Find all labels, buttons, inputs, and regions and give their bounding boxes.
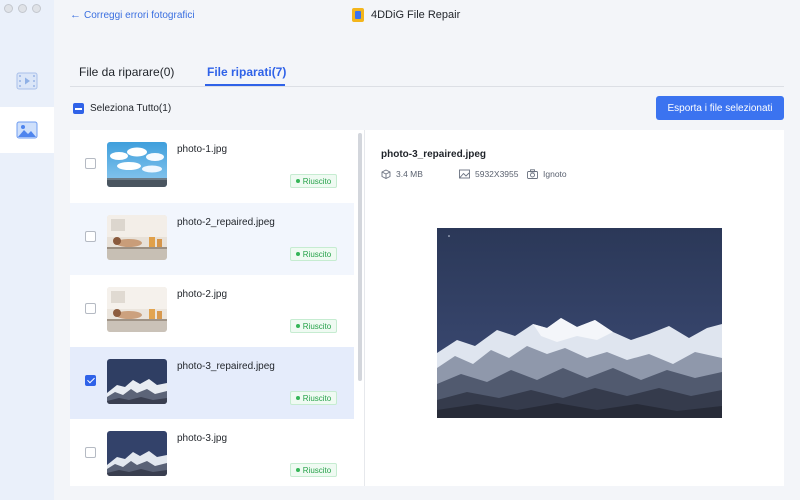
file-checkbox[interactable] bbox=[85, 231, 96, 242]
image-dimensions: 5932X3955 bbox=[475, 169, 519, 179]
status-badge: Riuscito bbox=[290, 174, 337, 188]
status-text: Riuscito bbox=[302, 465, 332, 475]
cube-icon bbox=[381, 169, 391, 179]
meta-dimensions: 5932X3955 bbox=[459, 169, 527, 179]
file-name: photo-2.jpg bbox=[177, 289, 228, 300]
sidebar-item-photo[interactable] bbox=[0, 107, 54, 153]
tab-repaired-files[interactable]: File riparati(7) bbox=[207, 65, 286, 79]
app-title-text: 4DDiG File Repair bbox=[371, 9, 461, 21]
status-badge: Riuscito bbox=[290, 391, 337, 405]
list-item[interactable]: photo-2.jpg Riuscito bbox=[70, 275, 354, 347]
status-badge: Riuscito bbox=[290, 463, 337, 477]
detail-pane: photo-3_repaired.jpeg 3.4 MB 5932X3955 I… bbox=[365, 130, 784, 486]
maximize-window-button[interactable] bbox=[32, 4, 41, 13]
file-size: 3.4 MB bbox=[396, 169, 423, 179]
back-link-label: Correggi errori fotografici bbox=[84, 9, 195, 21]
status-badge: Riuscito bbox=[290, 247, 337, 261]
detail-meta: 3.4 MB 5932X3955 Ignoto bbox=[381, 169, 567, 179]
detail-file-name: photo-3_repaired.jpeg bbox=[381, 149, 487, 160]
tab-files-to-repair[interactable]: File da riparare(0) bbox=[79, 65, 174, 79]
meta-camera: Ignoto bbox=[527, 169, 567, 179]
file-name: photo-3_repaired.jpeg bbox=[177, 361, 275, 372]
meta-size: 3.4 MB bbox=[381, 169, 459, 179]
status-text: Riuscito bbox=[302, 321, 332, 331]
thumbnail-spa bbox=[107, 215, 167, 260]
export-selected-button[interactable]: Esporta i file selezionati bbox=[656, 96, 784, 120]
image-preview bbox=[437, 228, 722, 418]
select-all-label: Seleziona Tutto(1) bbox=[90, 103, 172, 114]
file-checkbox[interactable] bbox=[85, 158, 96, 169]
status-dot-icon bbox=[295, 324, 300, 328]
thumbnail-mountain bbox=[107, 431, 167, 476]
file-checkbox[interactable] bbox=[85, 303, 96, 314]
content-panel: photo-1.jpg Riuscito photo-2_repaired.jp… bbox=[70, 130, 784, 486]
camera-icon bbox=[527, 169, 538, 179]
status-text: Riuscito bbox=[302, 393, 332, 403]
camera-model: Ignoto bbox=[543, 169, 567, 179]
status-text: Riuscito bbox=[302, 176, 332, 186]
tab-bar: File da riparare(0) File riparati(7) bbox=[70, 58, 784, 87]
thumbnail-clouds bbox=[107, 142, 167, 187]
file-name: photo-3.jpg bbox=[177, 433, 228, 444]
window-controls bbox=[4, 4, 41, 13]
close-window-button[interactable] bbox=[4, 4, 13, 13]
status-dot-icon bbox=[295, 468, 300, 472]
status-dot-icon bbox=[295, 179, 300, 183]
file-name: photo-2_repaired.jpeg bbox=[177, 217, 275, 228]
status-dot-icon bbox=[295, 252, 300, 256]
arrow-left-icon: ← bbox=[70, 9, 81, 21]
back-link[interactable]: ← Correggi errori fotografici bbox=[70, 9, 195, 21]
app-title: 4DDiG File Repair bbox=[351, 7, 460, 23]
status-badge: Riuscito bbox=[290, 319, 337, 333]
select-all-checkbox[interactable] bbox=[73, 103, 84, 114]
active-tab-indicator bbox=[205, 84, 285, 86]
file-checkbox[interactable] bbox=[85, 447, 96, 458]
video-icon bbox=[16, 72, 38, 90]
list-item[interactable]: photo-1.jpg Riuscito bbox=[70, 130, 354, 202]
main-area: ← Correggi errori fotografici 4DDiG File… bbox=[54, 0, 800, 500]
file-name: photo-1.jpg bbox=[177, 144, 228, 155]
thumbnail-mountain bbox=[107, 359, 167, 404]
sidebar bbox=[0, 0, 54, 500]
list-item-selected[interactable]: photo-3_repaired.jpeg Riuscito bbox=[70, 347, 354, 419]
status-dot-icon bbox=[295, 396, 300, 400]
sidebar-item-video[interactable] bbox=[0, 58, 54, 104]
thumbnail-spa bbox=[107, 287, 167, 332]
select-all[interactable]: Seleziona Tutto(1) bbox=[73, 103, 171, 114]
image-size-icon bbox=[459, 169, 470, 179]
file-checkbox-checked[interactable] bbox=[85, 375, 96, 386]
list-item[interactable]: photo-3.jpg Riuscito bbox=[70, 419, 354, 486]
list-item[interactable]: photo-2_repaired.jpeg Riuscito bbox=[70, 203, 354, 275]
status-text: Riuscito bbox=[302, 249, 332, 259]
app-logo-icon bbox=[352, 8, 364, 22]
file-list: photo-1.jpg Riuscito photo-2_repaired.jp… bbox=[70, 130, 364, 486]
list-scrollbar[interactable] bbox=[358, 133, 362, 381]
minimize-window-button[interactable] bbox=[18, 4, 27, 13]
photo-icon bbox=[16, 121, 38, 139]
